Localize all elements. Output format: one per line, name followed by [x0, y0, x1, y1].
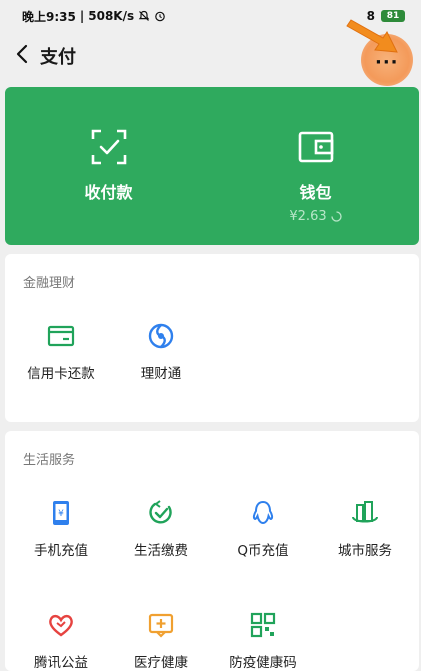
qq-coin-label: Q币充值	[237, 543, 289, 559]
qq-coin-button[interactable]: Q币充值	[211, 499, 315, 559]
mute-bell-icon	[138, 10, 150, 21]
utility-payment-label: 生活缴费	[134, 543, 188, 559]
section-title-life: 生活服务	[23, 453, 76, 468]
city-service-label: 城市服务	[338, 543, 392, 559]
alarm-clock-icon	[155, 11, 165, 22]
pointer-arrow-icon	[346, 19, 398, 53]
phone-recharge-button[interactable]: ¥ 手机充值	[9, 499, 113, 559]
receive-pay-label: 收付款	[84, 183, 133, 202]
life-services-section: 生活服务 ¥ 手机充值 生活缴费 Q币充值 城市服务 腾讯公益 医疗健康 防疫健…	[5, 431, 419, 671]
health-code-label: 防疫健康码	[229, 655, 297, 671]
charity-heart-icon	[49, 614, 73, 637]
wallet-balance-value: ¥2.63	[289, 209, 327, 224]
chevron-left-icon	[16, 44, 28, 64]
charity-label: 腾讯公益	[34, 655, 88, 671]
status-time: 晚上9:35	[22, 9, 76, 24]
utility-payment-icon	[149, 500, 172, 524]
credit-card-repay-label: 信用卡还款	[27, 366, 95, 382]
status-divider: |	[79, 9, 85, 23]
licaitong-label: 理财通	[140, 366, 182, 382]
medical-health-icon	[148, 613, 174, 638]
licaitong-icon	[148, 323, 174, 349]
back-button[interactable]	[10, 42, 34, 66]
page-title: 支付	[40, 47, 76, 68]
credit-card-repay-button[interactable]: 信用卡还款	[9, 322, 113, 382]
receive-pay-button[interactable]: 收付款	[5, 87, 212, 245]
charity-button[interactable]: 腾讯公益	[9, 611, 113, 671]
nav-bar: 支付 ···	[0, 19, 421, 86]
status-speed: 508K/s	[88, 9, 135, 23]
status-left: 晚上9:35 | 508K/s	[22, 8, 166, 25]
loading-spinner-icon	[330, 211, 342, 222]
finance-section: 金融理财 信用卡还款 理财通	[5, 254, 419, 422]
city-service-icon	[352, 501, 378, 523]
city-service-button[interactable]: 城市服务	[313, 499, 417, 559]
wallet-balance: ¥2.63	[289, 209, 342, 224]
qq-coin-icon	[252, 500, 274, 525]
scan-check-icon	[91, 129, 126, 165]
phone-recharge-label: 手机充值	[34, 543, 88, 559]
medical-health-button[interactable]: 医疗健康	[109, 611, 213, 671]
section-title-finance: 金融理财	[23, 276, 76, 291]
wallet-label: 钱包	[299, 183, 332, 202]
wallet-button[interactable]: 钱包 ¥2.63	[212, 87, 419, 245]
licaitong-button[interactable]: 理财通	[109, 322, 213, 382]
credit-card-icon	[47, 325, 75, 347]
payment-hero: 收付款 钱包 ¥2.63	[5, 87, 419, 245]
health-code-button[interactable]: 防疫健康码	[211, 611, 315, 671]
utility-payment-button[interactable]: 生活缴费	[109, 499, 213, 559]
medical-health-label: 医疗健康	[134, 655, 188, 671]
health-code-icon	[250, 612, 276, 638]
wallet-icon	[298, 131, 333, 163]
phone-recharge-icon: ¥	[53, 501, 69, 525]
svg-text:¥: ¥	[58, 509, 64, 519]
